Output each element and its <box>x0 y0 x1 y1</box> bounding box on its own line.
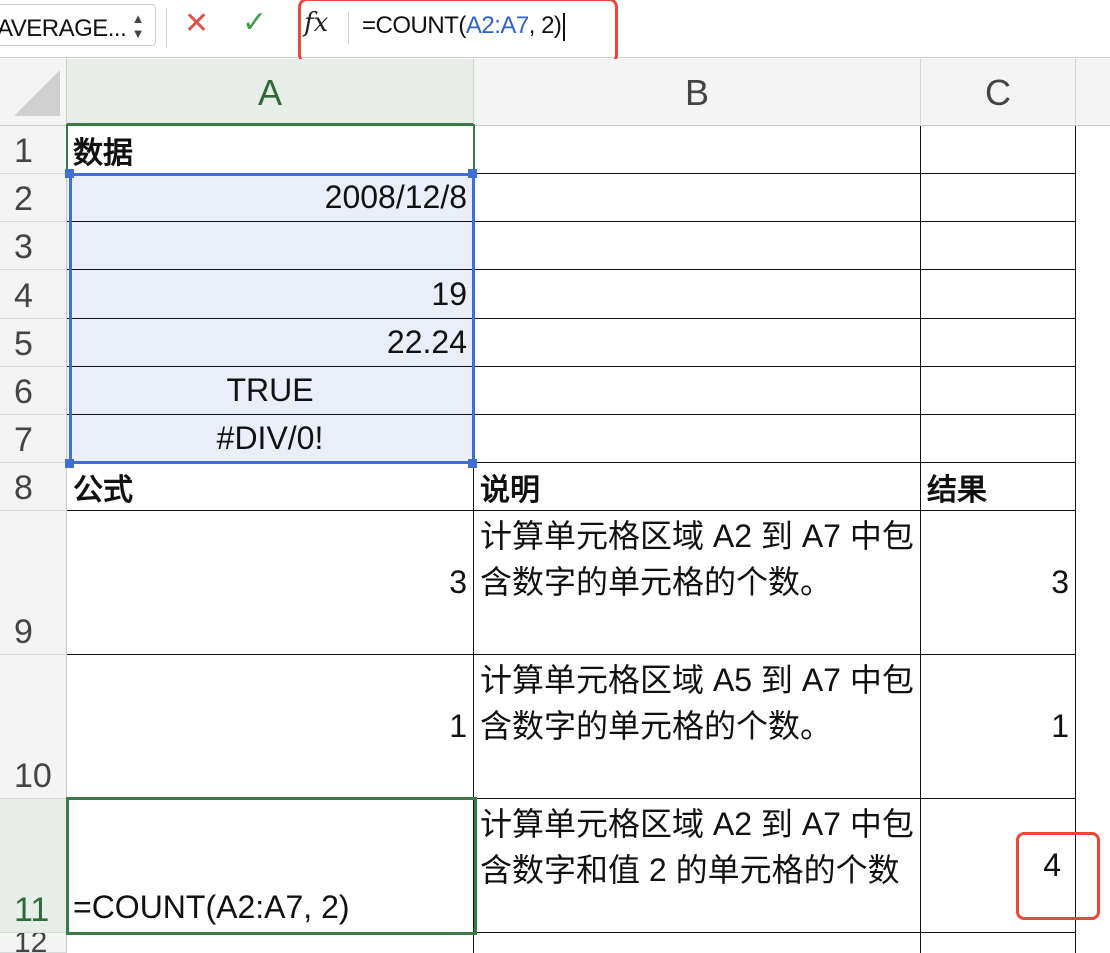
cell-b9[interactable]: 计算单元格区域 A2 到 A7 中包含数字的单元格的个数。 <box>474 511 921 655</box>
cell-b7[interactable] <box>474 415 921 463</box>
cell-c8[interactable]: 结果 <box>921 463 1076 511</box>
row-header-4[interactable]: 4 <box>0 270 67 319</box>
column-header-d[interactable] <box>1076 59 1110 126</box>
active-cell-border <box>66 797 477 935</box>
cell-b11[interactable]: 计算单元格区域 A2 到 A7 中包含数字和值 2 的单元格的个数 <box>474 799 921 933</box>
name-box[interactable]: AVERAGE... ▲ ▼ <box>0 4 156 46</box>
range-handle-top-left[interactable] <box>65 169 74 178</box>
cell-b1[interactable] <box>474 126 921 174</box>
cell-b10[interactable]: 计算单元格区域 A5 到 A7 中包含数字的单元格的个数。 <box>474 655 921 799</box>
row-header-6[interactable]: 6 <box>0 367 67 415</box>
cell-c3[interactable] <box>921 222 1076 270</box>
cell-c5[interactable] <box>921 319 1076 367</box>
cell-c1[interactable] <box>921 126 1076 174</box>
row-header-3[interactable]: 3 <box>0 222 67 270</box>
formula-highlight-box <box>298 0 618 64</box>
name-box-stepper-icon[interactable]: ▲ ▼ <box>129 11 147 41</box>
cell-b2[interactable] <box>474 174 921 222</box>
column-header-a[interactable]: A <box>67 59 474 126</box>
row-header-11[interactable]: 11 <box>0 799 67 933</box>
range-handle-bottom-right[interactable] <box>468 459 477 468</box>
confirm-icon[interactable]: ✓ <box>242 5 267 40</box>
cancel-icon[interactable]: ✕ <box>184 6 209 41</box>
cell-c7[interactable] <box>921 415 1076 463</box>
cell-a9[interactable]: 3 <box>67 511 474 655</box>
row-header-1[interactable]: 1 <box>0 126 67 174</box>
row-header-5[interactable]: 5 <box>0 319 67 367</box>
column-header-b[interactable]: B <box>474 59 921 126</box>
name-box-text: AVERAGE... <box>0 15 127 42</box>
cell-b5[interactable] <box>474 319 921 367</box>
cell-c6[interactable] <box>921 367 1076 415</box>
range-handle-top-right[interactable] <box>468 169 477 178</box>
cell-b6[interactable] <box>474 367 921 415</box>
cell-b8[interactable]: 说明 <box>474 463 921 511</box>
previous-active-outline <box>66 124 475 176</box>
cell-c10[interactable]: 1 <box>921 655 1076 799</box>
range-handle-bottom-left[interactable] <box>65 459 74 468</box>
row-header-7[interactable]: 7 <box>0 415 67 463</box>
cell-c4[interactable] <box>921 270 1076 319</box>
row-header-10[interactable]: 10 <box>0 655 67 799</box>
row-header-8[interactable]: 8 <box>0 463 67 511</box>
cell-b3[interactable] <box>474 222 921 270</box>
row-header-2[interactable]: 2 <box>0 174 67 222</box>
cell-c12[interactable] <box>921 933 1076 953</box>
row-header-12[interactable]: 12 <box>0 933 67 953</box>
reference-range-selection <box>69 173 475 464</box>
row-header-9[interactable]: 9 <box>0 511 67 655</box>
column-header-c[interactable]: C <box>921 59 1076 126</box>
cell-a12[interactable] <box>67 933 474 953</box>
cell-c9[interactable]: 3 <box>921 511 1076 655</box>
select-all-triangle-icon <box>14 70 60 116</box>
cell-a8[interactable]: 公式 <box>67 463 474 511</box>
cell-b12[interactable] <box>474 933 921 953</box>
result-highlight-box <box>1016 832 1100 920</box>
cell-b4[interactable] <box>474 270 921 319</box>
cell-a10[interactable]: 1 <box>67 655 474 799</box>
toolbar-divider <box>166 8 167 48</box>
cell-c2[interactable] <box>921 174 1076 222</box>
